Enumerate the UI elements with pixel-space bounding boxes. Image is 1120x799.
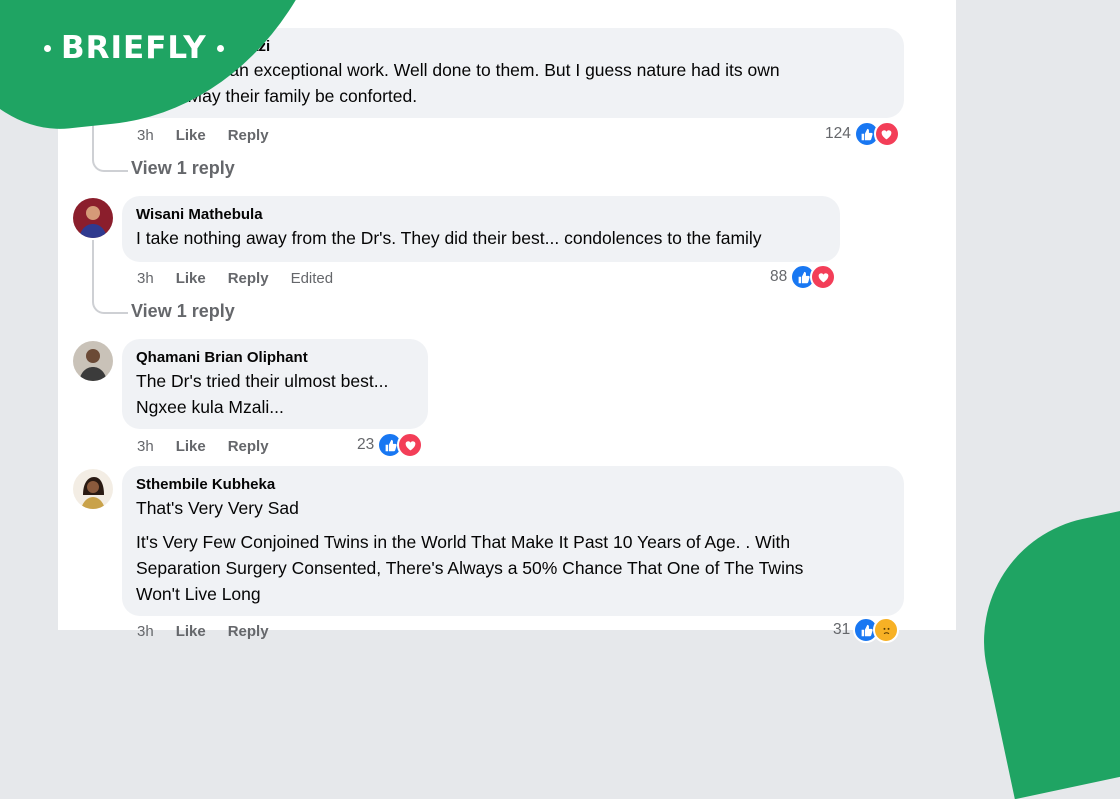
like-button[interactable]: Like xyxy=(176,438,206,455)
comment-author[interactable]: Wisani Mathebula xyxy=(136,205,826,225)
comment-text: Ngxee kula Mzali... xyxy=(136,397,284,417)
comment-text: The Dr's tried their ulmost best... xyxy=(136,371,389,391)
reaction-count: 88 xyxy=(770,268,788,285)
comment-text: It's Very Few Conjoined Twins in the Wor… xyxy=(136,532,791,552)
comment-text: plans. May their family be conforted. xyxy=(136,86,418,106)
comment-text: Won't Live Long xyxy=(136,584,261,604)
love-icon xyxy=(397,432,424,458)
comment-text: That's Very Very Sad xyxy=(136,498,299,518)
reaction-summary[interactable]: 31 xyxy=(833,617,900,643)
brand-name: BRIEFLY xyxy=(61,30,207,66)
comment-bubble: Wisani Mathebula I take nothing away fro… xyxy=(122,196,840,262)
like-button[interactable]: Like xyxy=(176,127,206,144)
avatar[interactable] xyxy=(73,469,113,509)
reaction-count: 31 xyxy=(833,621,851,638)
avatar[interactable] xyxy=(73,341,113,381)
edited-label: Edited xyxy=(290,269,334,287)
logo-dot-icon xyxy=(44,44,51,52)
reaction-count: 124 xyxy=(825,125,851,142)
view-replies-link[interactable]: View 1 reply xyxy=(131,301,235,322)
comment-actions: 3h Like Reply Edited xyxy=(137,267,333,289)
reaction-summary[interactable]: 88 xyxy=(770,264,837,290)
comment-text xyxy=(136,521,890,529)
comment-actions: 3h Like Reply xyxy=(137,124,269,146)
comment-bubble: Qhamani Brian Oliphant The Dr's tried th… xyxy=(122,339,428,429)
like-button[interactable]: Like xyxy=(176,623,206,640)
love-icon xyxy=(810,264,837,290)
comment-author[interactable]: Sthembile Kubheka xyxy=(136,475,890,495)
comment-bubble: Sthembile Kubheka That's Very Very Sad I… xyxy=(122,466,904,616)
view-replies-link[interactable]: View 1 reply xyxy=(131,158,235,179)
reply-button[interactable]: Reply xyxy=(228,623,269,640)
comment-actions: 3h Like Reply xyxy=(137,620,269,642)
logo-dot-icon xyxy=(216,44,224,52)
like-button[interactable]: Like xyxy=(176,270,206,287)
brand-logo: BRIEFLY xyxy=(44,30,224,66)
comment-time[interactable]: 3h xyxy=(137,623,154,640)
reply-button[interactable]: Reply xyxy=(228,270,269,287)
comment-text: I take nothing away from the Dr's. They … xyxy=(136,228,762,248)
reply-button[interactable]: Reply xyxy=(228,438,269,455)
sad-icon xyxy=(873,617,900,643)
comment-time[interactable]: 3h xyxy=(137,270,154,287)
comment-text: Separation Surgery Consented, There's Al… xyxy=(136,558,804,578)
reaction-count: 23 xyxy=(357,436,375,453)
comment-time[interactable]: 3h xyxy=(137,438,154,455)
love-icon xyxy=(873,121,900,147)
comment-time[interactable]: 3h xyxy=(137,127,154,144)
comment-text: Doctors did an exceptional work. Well do… xyxy=(136,60,780,80)
comment-author[interactable]: Qhamani Brian Oliphant xyxy=(136,348,414,368)
reply-button[interactable]: Reply xyxy=(228,127,269,144)
thread-line xyxy=(92,118,128,172)
comment-actions: 3h Like Reply xyxy=(137,435,269,457)
reaction-summary[interactable]: 124 xyxy=(825,121,900,147)
avatar[interactable] xyxy=(73,198,113,238)
reaction-summary[interactable]: 23 xyxy=(357,432,424,458)
